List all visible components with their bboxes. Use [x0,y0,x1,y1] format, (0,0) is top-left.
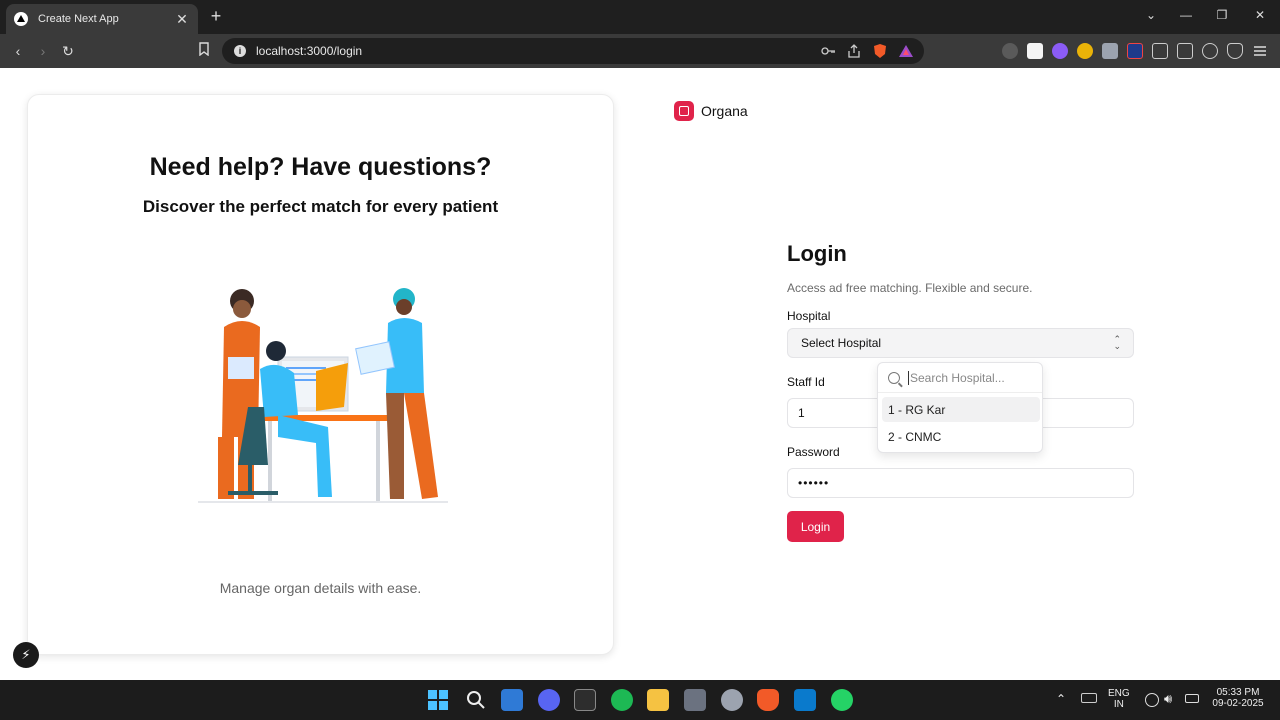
brand-logo-icon [674,101,694,121]
language-indicator[interactable]: ENG IN [1108,688,1130,710]
share-icon[interactable] [846,43,862,59]
hospital-search[interactable]: Search Hospital... [878,363,1042,393]
card-title: Need help? Have questions? [149,153,492,181]
nextjs-favicon-icon [14,12,28,26]
clock-time: 05:33 PM [1216,687,1260,698]
camera-icon[interactable] [684,689,706,711]
vpn-shield-icon[interactable] [1227,43,1243,59]
discord-icon[interactable] [538,689,560,711]
medical-staff-illustration [198,287,448,507]
hospital-dropdown: Search Hospital... 1 - RG Kar 2 - CNMC [877,362,1043,453]
clock[interactable]: 05:33 PM 09-02-2025 [1210,687,1266,709]
address-url: localhost:3000/login [256,44,363,58]
search-icon[interactable] [465,689,487,711]
windows-start-icon[interactable] [427,689,449,711]
hospital-search-input[interactable]: Search Hospital... [908,370,1005,385]
brand-name: Organa [701,103,748,119]
battery-icon[interactable] [1185,694,1199,703]
extension-icon[interactable] [1127,43,1143,59]
brave-browser-icon[interactable] [757,689,779,711]
terminal-icon[interactable] [574,689,596,711]
extension-icon[interactable] [1102,43,1118,59]
language-label: ENG [1108,688,1130,699]
brave-rewards-icon[interactable] [898,43,914,59]
site-info-icon[interactable]: i [234,45,246,57]
nextjs-dev-tools-icon[interactable]: ⚡ [13,642,39,668]
search-icon [888,371,900,384]
browser-toolbar: ‹ › ↻ i localhost:3000/login [0,34,1280,68]
back-button[interactable]: ‹ [9,42,27,60]
tab-title: Create Next App [38,13,119,25]
photos-app-icon[interactable] [501,689,523,711]
extensions-puzzle-icon[interactable] [1152,43,1168,59]
login-title: Login [787,241,847,266]
staff-id-label: Staff Id [787,375,825,389]
login-button[interactable]: Login [787,511,844,542]
hospital-select[interactable]: Select Hospital ⌃ ⌄ [787,328,1134,358]
password-key-icon[interactable] [820,43,836,59]
reload-button[interactable]: ↻ [59,42,77,60]
password-label: Password [787,445,840,459]
password-input[interactable]: •••••• [787,468,1134,498]
wallet-icon[interactable] [1177,43,1193,59]
restore-button[interactable]: ❐ [1212,8,1232,22]
settings-gear-icon[interactable] [721,689,743,711]
hospital-select-value: Select Hospital [801,336,882,350]
extensions-area [1002,43,1268,59]
file-explorer-icon[interactable] [647,689,669,711]
browser-tab[interactable]: Create Next App ✕ [6,4,198,34]
menu-icon[interactable] [1252,43,1268,59]
region-label: IN [1113,699,1124,710]
card-caption: Manage organ details with ease. [219,580,422,596]
hospital-option[interactable]: 2 - CNMC [882,424,1040,449]
close-window-button[interactable]: ✕ [1250,8,1270,22]
minimize-button[interactable]: — [1176,8,1196,22]
login-description: Access ad free matching. Flexible and se… [787,281,1033,295]
brand[interactable]: Organa [674,101,748,121]
info-card: Need help? Have questions? Discover the … [27,94,614,655]
volume-icon[interactable]: 🔊︎ [1164,691,1172,707]
address-bar[interactable]: i localhost:3000/login [222,38,924,64]
forward-button[interactable]: › [34,42,52,60]
bookmark-icon[interactable] [195,42,213,60]
whatsapp-icon[interactable] [831,689,853,711]
extension-icon[interactable] [1052,43,1068,59]
leo-sparkle-icon[interactable] [1202,43,1218,59]
brave-shields-icon[interactable] [872,43,888,59]
tab-close-icon[interactable]: ✕ [174,11,190,28]
tab-search-dropdown-icon[interactable]: ⌄ [1141,8,1161,22]
taskbar: ⌃ ENG IN 🔊︎ 05:33 PM 09-02-2025 [0,680,1280,720]
chevron-up-down-icon: ⌃ ⌄ [1113,334,1121,351]
vscode-icon[interactable] [794,689,816,711]
spotify-icon[interactable] [611,689,633,711]
extension-icon[interactable] [1077,43,1093,59]
clock-date: 09-02-2025 [1212,698,1264,709]
card-subtitle: Discover the perfect match for every pat… [142,197,499,216]
network-globe-icon[interactable] [1145,693,1159,707]
extension-icon[interactable] [1027,43,1043,59]
hospital-option[interactable]: 1 - RG Kar [882,397,1040,422]
hospital-label: Hospital [787,309,831,323]
browser-tab-bar: Create Next App ✕ + ⌄ — ❐ ✕ [0,0,1280,34]
keyboard-icon[interactable] [1081,693,1097,703]
new-tab-button[interactable]: + [206,6,226,27]
leo-ai-icon[interactable] [1002,43,1018,59]
show-hidden-icons-chevron-icon[interactable]: ⌃ [1056,692,1066,706]
